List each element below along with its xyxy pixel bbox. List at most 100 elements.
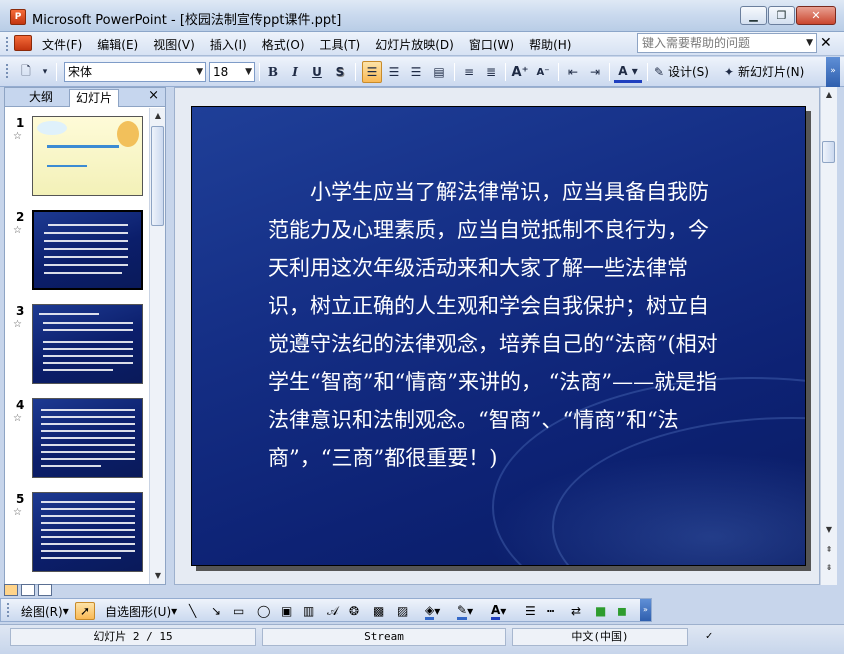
menu-help[interactable]: 帮助(H) — [529, 36, 571, 53]
font-color-draw-button[interactable]: A ▾ — [491, 602, 506, 620]
vertical-textbox-button[interactable]: ▥ — [303, 602, 314, 620]
new-document-button[interactable]: 🗋 — [16, 61, 36, 83]
normal-view-button[interactable] — [4, 584, 18, 596]
decrease-indent-button[interactable]: ⇤ — [563, 61, 583, 83]
textbox-tool-button[interactable]: ▣ — [281, 602, 292, 620]
autoshapes-menu-button[interactable]: 自选图形(U) ▾ — [105, 602, 177, 620]
clipart-button[interactable]: ▩ — [373, 602, 384, 620]
thumbnails-scrollbar[interactable]: ▲ ▼ — [149, 108, 165, 584]
document-icon[interactable] — [14, 35, 32, 51]
line-style-icon: ☰ — [525, 604, 536, 618]
decrease-font-button[interactable]: A⁻ — [533, 61, 553, 83]
thumbnail-text-line — [41, 423, 135, 425]
font-color-button[interactable]: A ▾ — [614, 61, 642, 83]
scroll-thumb[interactable] — [151, 126, 164, 226]
design-button[interactable]: 设计(S) — [668, 63, 709, 80]
3d-style-button[interactable]: ◼ — [617, 602, 627, 620]
spelling-check-icon[interactable]: ✓ — [694, 628, 724, 646]
slide-thumbnail-image — [32, 398, 143, 478]
scroll-up-icon[interactable]: ▲ — [822, 88, 836, 102]
font-name-select[interactable]: 宋体 ▼ — [64, 62, 206, 82]
wordart-button[interactable]: 𝒜 — [327, 602, 338, 620]
menu-insert[interactable]: 插入(I) — [210, 36, 247, 53]
menu-tools[interactable]: 工具(T) — [320, 36, 361, 53]
tab-outline[interactable]: 大纲 — [23, 89, 59, 107]
close-document-button[interactable]: ✕ — [820, 35, 832, 51]
language-indicator: 中文(中国) — [512, 628, 688, 646]
slide-scrollbar[interactable]: ▲ ▼ ⇞ ⇟ — [820, 87, 837, 585]
dash-style-button[interactable]: ┅ — [547, 602, 554, 620]
current-slide[interactable]: 小学生应当了解法律常识，应当具备自我防范能力及心理素质，应当自觉抵制不良行为，今… — [191, 106, 806, 566]
picture-button[interactable]: ▨ — [397, 602, 408, 620]
chevron-down-icon[interactable]: ▼ — [245, 63, 252, 81]
arrow-tool-button[interactable]: ↘ — [211, 602, 221, 620]
shadow-style-button[interactable]: ■ — [595, 602, 606, 620]
dropdown-arrow-button[interactable]: ▾ — [40, 61, 50, 83]
slide-sorter-view-button[interactable] — [21, 584, 35, 596]
font-size-select[interactable]: 18 ▼ — [209, 62, 255, 82]
toolbar-grip[interactable] — [7, 603, 10, 617]
toolbar-options-button[interactable]: » — [826, 57, 840, 87]
underline-button[interactable]: U — [307, 61, 327, 83]
toolbar-grip[interactable] — [6, 37, 9, 51]
numbering-button[interactable]: ≡ — [459, 61, 479, 83]
animation-star-icon: ☆ — [13, 507, 22, 518]
slide-thumbnail-2[interactable]: 2 ☆ — [5, 210, 149, 300]
text-shadow-button[interactable]: S — [330, 61, 350, 83]
align-left-button[interactable]: ☰ — [362, 61, 382, 83]
scroll-thumb[interactable] — [822, 141, 835, 163]
chevron-down-icon[interactable]: ▼ — [806, 34, 813, 52]
bulleted-list-icon: ≣ — [485, 65, 497, 79]
italic-button[interactable]: I — [285, 61, 305, 83]
slide-thumbnail-4[interactable]: 4 ☆ — [5, 398, 149, 488]
toolbar-grip[interactable] — [6, 64, 9, 78]
slide-thumbnail-1[interactable]: 1 ☆ — [5, 116, 149, 206]
thumbnail-text-line — [43, 355, 133, 357]
diagram-button[interactable]: ❂ — [349, 602, 359, 620]
chevron-down-icon[interactable]: ▼ — [196, 63, 203, 81]
bold-button[interactable]: B — [263, 61, 283, 83]
previous-slide-icon[interactable]: ⇞ — [822, 543, 836, 557]
scroll-up-icon[interactable]: ▲ — [151, 109, 165, 123]
scroll-down-icon[interactable]: ▼ — [822, 523, 836, 537]
select-objects-button[interactable]: ➚ — [75, 602, 95, 620]
menu-slideshow[interactable]: 幻灯片放映(D) — [375, 36, 454, 53]
line-style-button[interactable]: ☰ — [525, 602, 536, 620]
slide-body-text[interactable]: 小学生应当了解法律常识，应当具备自我防范能力及心理素质，应当自觉抵制不良行为，今… — [268, 173, 728, 477]
arrow-style-button[interactable]: ⇄ — [571, 602, 581, 620]
menu-edit[interactable]: 编辑(E) — [97, 36, 138, 53]
tab-slides[interactable]: 幻灯片 — [69, 89, 120, 107]
menu-view[interactable]: 视图(V) — [153, 36, 195, 53]
powerpoint-app-icon[interactable]: P — [10, 9, 26, 25]
minimize-button[interactable]: ▁ — [740, 6, 767, 25]
line-tool-button[interactable]: ╲ — [189, 602, 196, 620]
menu-file[interactable]: 文件(F) — [42, 36, 82, 53]
menu-window[interactable]: 窗口(W) — [469, 36, 514, 53]
bullets-button[interactable]: ≣ — [481, 61, 501, 83]
slide-thumbnail-3[interactable]: 3 ☆ — [5, 304, 149, 394]
rectangle-tool-button[interactable]: ▭ — [233, 602, 244, 620]
align-center-button[interactable]: ☰ — [384, 61, 404, 83]
increase-font-button[interactable]: A⁺ — [510, 61, 530, 83]
new-slide-button[interactable]: 新幻灯片(N) — [738, 63, 804, 80]
increase-indent-button[interactable]: ⇥ — [585, 61, 605, 83]
draw-menu-button[interactable]: 绘图(R) ▾ — [21, 602, 69, 620]
slide-show-view-button[interactable] — [38, 584, 52, 596]
slide-thumbnail-5[interactable]: 5 ☆ — [5, 492, 149, 582]
fill-color-button[interactable]: ◈ ▾ — [425, 602, 440, 620]
distribute-button[interactable]: ▤ — [429, 61, 449, 83]
decrease-indent-icon: ⇤ — [567, 65, 579, 79]
oval-tool-button[interactable]: ◯ — [257, 602, 270, 620]
decrease-font-icon: A⁻ — [536, 66, 550, 78]
line-color-button[interactable]: ✎ ▾ — [457, 602, 473, 620]
close-pane-button[interactable]: × — [148, 88, 159, 103]
menu-format[interactable]: 格式(O) — [262, 36, 305, 53]
scroll-down-icon[interactable]: ▼ — [151, 569, 165, 583]
maximize-button[interactable]: ❐ — [768, 6, 795, 25]
align-right-button[interactable]: ☰ — [406, 61, 426, 83]
close-window-button[interactable]: ✕ — [796, 6, 836, 25]
toolbar-options-button[interactable]: » — [640, 599, 651, 621]
next-slide-icon[interactable]: ⇟ — [822, 561, 836, 575]
help-search-input[interactable]: 键入需要帮助的问题 ▼ — [637, 33, 817, 53]
window-controls: ▁ ❐ ✕ — [739, 6, 836, 25]
